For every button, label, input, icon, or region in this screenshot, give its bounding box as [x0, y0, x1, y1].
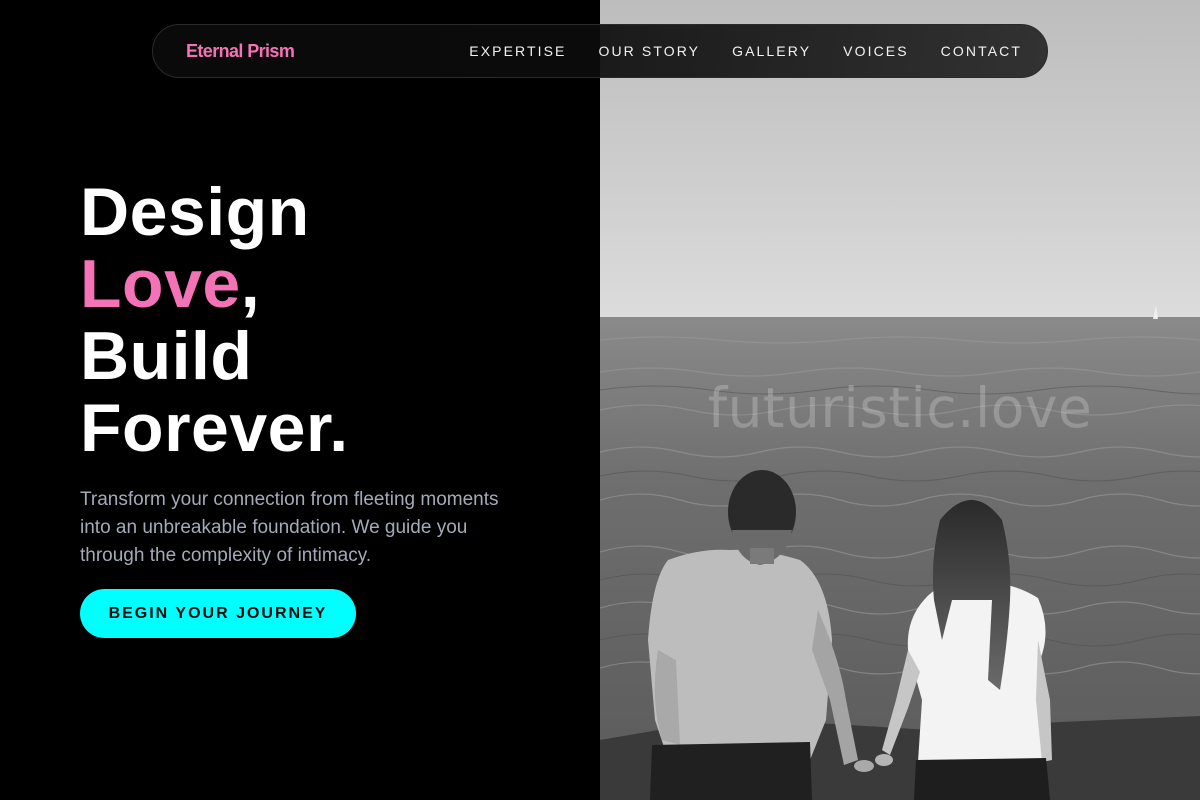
nav-links: EXPERTISE OUR STORY GALLERY VOICES CONTA…: [469, 43, 1022, 59]
brand-logo-text[interactable]: Eternal Prism: [186, 41, 295, 62]
nav-link-contact[interactable]: CONTACT: [941, 43, 1022, 59]
nav-link-expertise[interactable]: EXPERTISE: [469, 43, 566, 59]
nav-link-our-story[interactable]: OUR STORY: [598, 43, 700, 59]
hero-headline: Design Love, Build Forever.: [80, 176, 349, 464]
hero-subtitle: Transform your connection from fleeting …: [80, 489, 499, 566]
headline-accent-word: Love: [80, 246, 241, 322]
nav-link-gallery[interactable]: GALLERY: [732, 43, 811, 59]
nav-link-voices[interactable]: VOICES: [843, 43, 909, 59]
top-navigation-bar: Eternal Prism EXPERTISE OUR STORY GALLER…: [152, 24, 1048, 78]
headline-comma: ,: [240, 246, 261, 322]
begin-journey-button[interactable]: BEGIN YOUR JOURNEY: [80, 589, 356, 638]
headline-line-2: Love,: [80, 248, 349, 320]
watermark-text: futuristic.love: [707, 376, 1093, 440]
headline-line-4: Forever.: [80, 390, 349, 466]
headline-line-3: Build: [80, 318, 253, 394]
headline-line-1: Design: [80, 174, 310, 250]
hero-photo: futuristic.love: [600, 0, 1200, 800]
